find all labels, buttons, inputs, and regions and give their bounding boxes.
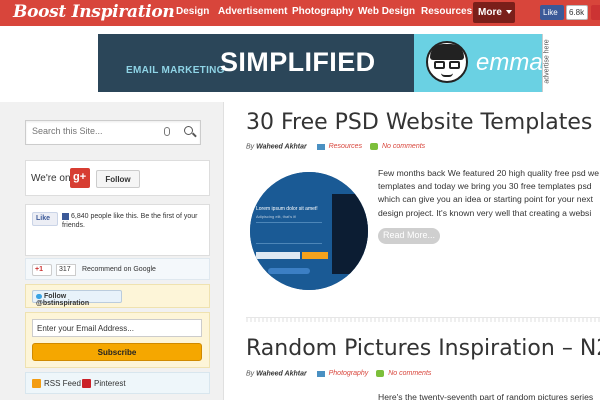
excerpt-line: design project. It's known very well tha… [378,207,592,218]
advertise-here-label: advertise here [543,39,551,84]
twitter-follow-button[interactable]: Follow @bstinspiration [32,290,122,307]
excerpt-line: templates and today we bring you 30 free… [378,181,592,192]
google-plus-logo-icon[interactable]: g+ [70,168,90,188]
nav-item-advertisement[interactable]: Advertisement [218,6,287,17]
nav-item-design[interactable]: Design [176,6,209,17]
post-meta: By Waheed Akhtar Resources No comments [246,143,425,150]
nav-item-web-design[interactable]: Web Design [358,6,415,17]
banner-brand-panel: emma [414,34,543,92]
chevron-down-icon [505,10,512,15]
nav-more-label: More [478,7,502,18]
post-meta: By Waheed Akhtar Photography No comments [246,370,431,377]
pinterest-link[interactable]: Pinterest [94,379,126,388]
facebook-icon [62,212,69,220]
twitter-bird-icon [36,293,42,299]
facebook-like-widget-button[interactable]: Like [32,212,58,226]
email-subscribe-field[interactable]: Enter your Email Address... [32,319,202,337]
facebook-like-text: 6,840 people like this. Be the first of … [62,212,204,230]
comment-icon [370,143,379,150]
facebook-like-count-text: 6,840 people like this. Be the first of … [62,213,198,229]
facebook-panel: Like 6,840 people like this. Be the firs… [25,204,210,256]
banner-headline: SIMPLIFIED [220,47,376,77]
post-comments-link[interactable]: No comments [388,370,431,377]
subscribe-button[interactable]: Subscribe [32,343,202,361]
tag-icon [316,370,325,377]
twitter-follow-label: Follow @bstinspiration [36,293,90,307]
rss-feed-link[interactable]: RSS Feed [44,379,81,388]
post-comments-link[interactable]: No comments [382,143,425,150]
google-plus-panel: We're on g+ Follow [25,160,210,196]
advertise-here-link[interactable]: advertise here [542,34,558,92]
post-category-link[interactable]: Photography [329,370,369,377]
post-author-link[interactable]: Waheed Akhtar [256,370,307,377]
facebook-like-button[interactable]: Like [540,5,564,20]
post-excerpt: Here's the twenty-seventh part of random… [378,392,594,400]
site-logo[interactable]: Boost Inspiration [13,2,175,22]
nav-item-photography[interactable]: Photography [292,6,354,17]
thumbnail-heading: Lorem ipsum dolor sit amet! [256,206,318,212]
subscribe-panel: Enter your Email Address... Subscribe [25,312,210,368]
feed-links-panel: RSS Feed Pinterest [25,372,210,394]
excerpt-line: Few months back We featured 20 high qual… [378,168,600,178]
banner-left-panel: EMAIL MARKETING SIMPLIFIED [98,34,414,92]
nav-more-button[interactable]: More [473,2,515,23]
facebook-like-label: Like [543,8,558,17]
search-box [25,120,201,145]
post-by-label: By [246,143,255,151]
gplus-label: We're on [31,173,71,184]
search-input[interactable] [32,126,157,136]
rss-icon [32,379,41,388]
tag-icon [316,143,325,150]
pinterest-icon [82,379,91,388]
nav-item-resources[interactable]: Resources [421,6,472,17]
excerpt-line: which can give you an idea or starting p… [378,194,593,205]
plus-one-text: Recommend on Google [82,266,156,273]
post-author-link[interactable]: Waheed Akhtar [256,143,307,150]
plus-one-button[interactable]: +1 [32,264,52,276]
banner-email-text: EMAIL MARKETING [126,65,225,76]
comment-icon [376,370,385,377]
google-plus-one-panel: +1 317 Recommend on Google [25,258,210,280]
banner-ad[interactable]: EMAIL MARKETING SIMPLIFIED emma advertis… [98,34,558,92]
gplus-follow-button[interactable]: Follow [96,170,140,188]
google-plus-icon[interactable] [591,5,600,20]
thumbnail-subheading: Adipiscing elit, that's it! [256,214,297,219]
post-category-link[interactable]: Resources [329,143,362,150]
post-excerpt: Few months back We featured 20 high qual… [378,167,600,220]
search-icon[interactable] [184,126,193,135]
read-more-button[interactable]: Read More... [378,228,440,244]
top-nav: Boost Inspiration Design Advertisement P… [0,0,600,26]
plus-one-count: 317 [56,264,76,276]
post-thumbnail[interactable]: Lorem ipsum dolor sit amet! Adipiscing e… [250,172,368,290]
emma-mascot-icon [426,41,468,83]
post-by-label: By [246,370,255,378]
twitter-panel: Follow @bstinspiration [25,284,210,308]
post-title[interactable]: Random Pictures Inspiration – N27 [246,336,600,361]
banner-brand-name: emma [476,49,543,76]
post-divider [246,317,600,322]
facebook-like-count: 6.8k [566,5,588,20]
post-title[interactable]: 30 Free PSD Website Templates [246,110,592,135]
microphone-icon[interactable] [164,127,170,136]
